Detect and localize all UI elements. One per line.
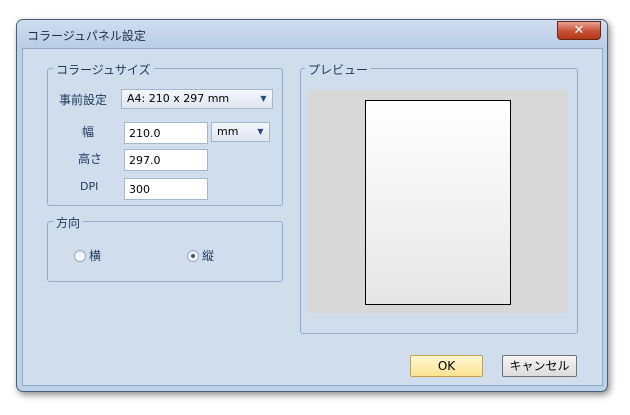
landscape-label: 横 <box>89 249 102 263</box>
height-input[interactable] <box>124 149 208 171</box>
preview-paper <box>365 100 511 305</box>
cancel-button[interactable]: キャンセル <box>502 355 577 377</box>
preview-legend: プレビュー <box>305 61 372 78</box>
dpi-label: DPI <box>80 180 99 193</box>
collage-panel-settings-dialog: コラージュパネル設定 ✕ コラージュサイズ 事前設定 A4: 210 x 297… <box>16 19 608 392</box>
landscape-radio[interactable]: 横 <box>74 247 101 264</box>
preset-label: 事前設定 <box>59 93 108 107</box>
radio-indicator <box>187 249 199 262</box>
close-button[interactable]: ✕ <box>557 21 601 40</box>
window-title: コラージュパネル設定 <box>27 29 146 43</box>
unit-value: mm <box>217 125 239 138</box>
preset-select[interactable]: A4: 210 x 297 mm ▼ <box>121 89 273 109</box>
preview-canvas <box>308 90 568 313</box>
close-icon: ✕ <box>573 23 585 38</box>
chevron-down-icon: ▼ <box>257 127 264 136</box>
portrait-label: 縦 <box>202 249 215 263</box>
ok-button[interactable]: OK <box>410 355 483 377</box>
radio-indicator <box>74 249 86 262</box>
dialog-client-area: コラージュサイズ 事前設定 A4: 210 x 297 mm ▼ 幅 mm ▼ … <box>22 48 603 386</box>
unit-select[interactable]: mm ▼ <box>211 122 270 142</box>
portrait-radio[interactable]: 縦 <box>187 247 214 264</box>
width-label: 幅 <box>82 125 95 139</box>
width-input[interactable] <box>124 122 208 144</box>
collage-size-legend: コラージュサイズ <box>53 61 154 78</box>
height-label: 高さ <box>78 152 103 166</box>
orientation-legend: 方向 <box>53 214 84 231</box>
title-bar[interactable]: コラージュパネル設定 ✕ <box>17 20 607 48</box>
preset-value: A4: 210 x 297 mm <box>127 92 230 105</box>
chevron-down-icon: ▼ <box>260 94 267 103</box>
dpi-input[interactable] <box>124 178 208 200</box>
